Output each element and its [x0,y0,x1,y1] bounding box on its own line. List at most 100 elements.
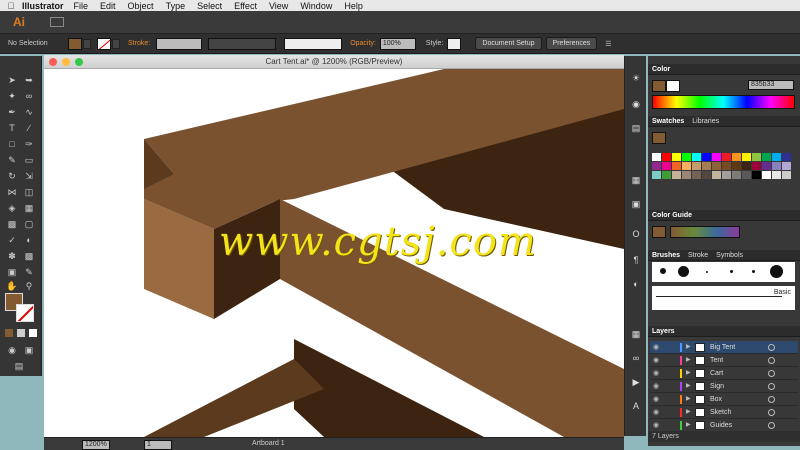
visibility-eye-icon[interactable]: ◉ [653,406,659,419]
pen-tool-icon[interactable]: ✒ [5,106,19,118]
transparency-icon[interactable]: ◐ [629,278,643,290]
column-graph-tool-icon[interactable]: ▩ [22,250,36,262]
appearance-icon[interactable]: ☀ [629,72,643,84]
swatch-6[interactable] [712,153,721,161]
lasso-tool-icon[interactable]: ∞ [22,90,36,102]
style-swatch[interactable] [447,37,462,50]
swatch-7[interactable] [722,153,731,161]
arrange-documents-icon[interactable] [50,17,64,27]
layer-name[interactable]: Box [710,393,722,406]
target-icon[interactable] [768,370,775,377]
color-tab[interactable]: Color [652,66,670,73]
color-mode-button[interactable] [5,329,13,337]
variable-width-field[interactable] [208,37,277,50]
swatch-33[interactable] [702,171,711,179]
swatch-15[interactable] [662,162,671,170]
opacity-field[interactable]: 100% [379,37,416,50]
color-guide-tab[interactable]: Color Guide [652,212,692,219]
target-icon[interactable] [768,422,775,429]
color-stroke-swatch[interactable] [666,80,680,92]
swatch-19[interactable] [702,162,711,170]
layer-row[interactable]: ◉ ▶ Cart [650,367,798,380]
curvature-tool-icon[interactable]: ∿ [22,106,36,118]
menu-object[interactable]: Object [128,1,154,11]
selection-tool-icon[interactable]: ➤ [5,74,19,86]
zoom-field[interactable]: 1200% [82,440,110,450]
rotate-tool-icon[interactable]: ↻ [5,170,19,182]
swatch-31[interactable] [682,171,691,179]
document-setup-button[interactable]: Document Setup [475,37,542,50]
expand-triangle-icon[interactable]: ▶ [686,354,691,367]
swatch-21[interactable] [722,162,731,170]
swatch-39[interactable] [762,171,771,179]
menu-select[interactable]: Select [197,1,222,11]
stroke-tab[interactable]: Stroke [688,252,708,259]
layers-panel-icon[interactable]: ▤ [629,122,643,134]
layer-row[interactable]: ◉ ▶ Sign [650,380,798,393]
swatch-3[interactable] [682,153,691,161]
mesh-tool-icon[interactable]: ▩ [5,218,19,230]
libraries-tab[interactable]: Libraries [692,118,719,125]
target-icon[interactable] [768,383,775,390]
swatch-14[interactable] [652,162,661,170]
layer-name[interactable]: Cart [710,367,723,380]
swatch-13[interactable] [782,153,791,161]
swatch-0[interactable] [652,153,661,161]
swatch-29[interactable] [662,171,671,179]
swatch-34[interactable] [712,171,721,179]
layer-row[interactable]: ◉ ▶ Tent [650,354,798,367]
close-window-button[interactable] [49,58,57,66]
swatch-41[interactable] [782,171,791,179]
artboard-number-field[interactable]: 1 [144,440,172,450]
swatch-28[interactable] [652,171,661,179]
color-fill-swatch[interactable] [652,80,666,92]
swatches-tab[interactable]: Swatches [652,118,684,125]
pathfinder-icon[interactable]: ▣ [629,198,643,210]
gradient-tool-icon[interactable]: ▢ [22,218,36,230]
opentype-icon[interactable]: O [629,228,643,240]
links-icon[interactable]: ∞ [629,352,643,364]
fill-dropdown-icon[interactable] [83,38,91,49]
line-tool-icon[interactable]: ∕ [22,122,36,134]
hand-tool-icon[interactable]: ✋ [5,280,19,292]
color-panel-header[interactable]: Color [648,64,800,75]
active-swatch[interactable] [652,132,666,144]
swatch-4[interactable] [692,153,701,161]
layer-row[interactable]: ◉ ▶ Big Tent [650,341,798,354]
visibility-eye-icon[interactable]: ◉ [653,393,659,406]
paintbrush-tool-icon[interactable]: ✑ [22,138,36,150]
shape-builder-tool-icon[interactable]: ◈ [5,202,19,214]
brush-definition-field[interactable] [284,37,343,50]
swatch-18[interactable] [692,162,701,170]
menu-window[interactable]: Window [300,1,332,11]
hex-color-field[interactable]: 835b33 [748,80,794,90]
menu-effect[interactable]: Effect [234,1,257,11]
swatch-30[interactable] [672,171,681,179]
layer-row[interactable]: ◉ ▶ Box [650,393,798,406]
menu-edit[interactable]: Edit [100,1,116,11]
target-icon[interactable] [768,396,775,403]
symbols-tab[interactable]: Symbols [716,252,743,259]
target-icon[interactable] [768,344,775,351]
menu-help[interactable]: Help [344,1,363,11]
swatch-37[interactable] [742,171,751,179]
menu-file[interactable]: File [74,1,89,11]
type-tool-icon[interactable]: T [5,122,19,134]
transform-icon[interactable]: ▦ [629,328,643,340]
stroke-color-box[interactable] [16,304,34,322]
color-spectrum[interactable] [652,95,795,109]
swatch-20[interactable] [712,162,721,170]
expand-triangle-icon[interactable]: ▶ [686,367,691,380]
graphic-styles-icon[interactable]: ◉ [629,98,643,110]
free-transform-tool-icon[interactable]: ◫ [22,186,36,198]
actions-icon[interactable]: ▶ [629,376,643,388]
width-tool-icon[interactable]: ⋈ [5,186,19,198]
expand-triangle-icon[interactable]: ▶ [686,406,691,419]
expand-triangle-icon[interactable]: ▶ [686,341,691,354]
layer-name[interactable]: Big Tent [710,341,735,354]
brushes-tab[interactable]: Brushes [652,252,680,259]
visibility-eye-icon[interactable]: ◉ [653,367,659,380]
swatch-27[interactable] [782,162,791,170]
align-icon[interactable]: ☰ [605,40,611,48]
brush-lines-area[interactable]: Basic [652,286,795,310]
